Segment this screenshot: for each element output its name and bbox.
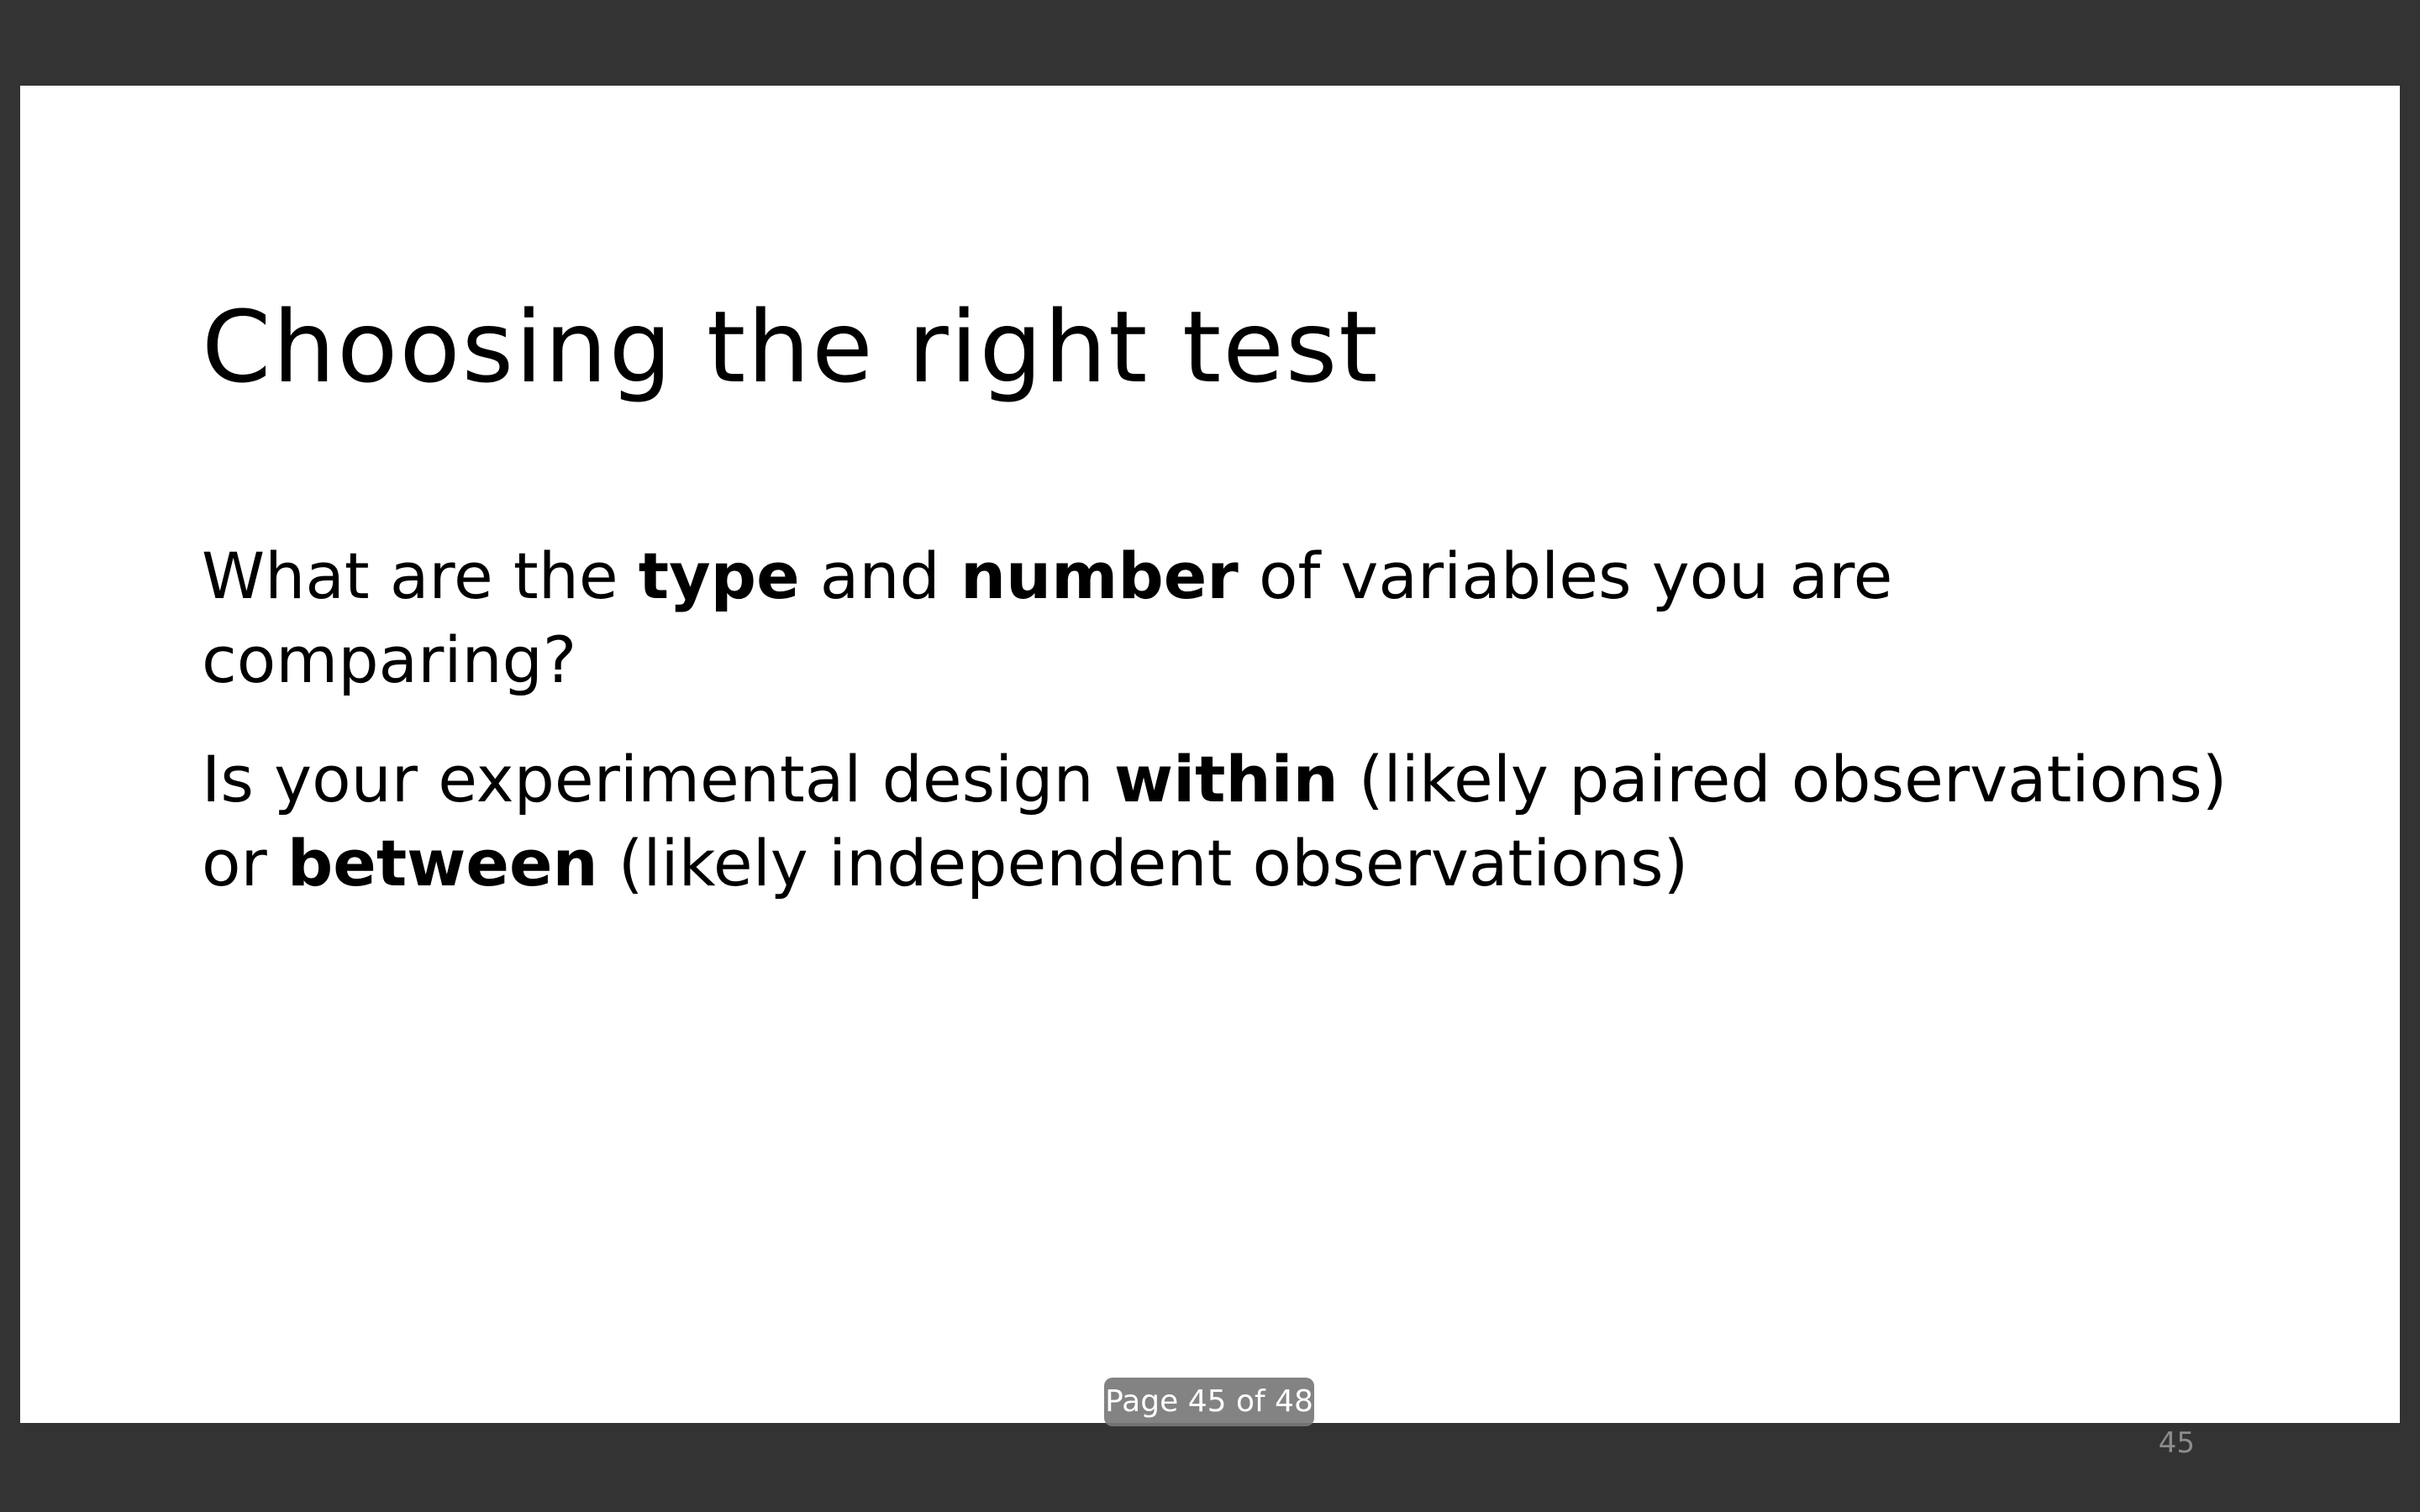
slide-number: 45	[2158, 1426, 2195, 1460]
page-indicator: Page 45 of 48	[1104, 1378, 1314, 1426]
slide-page: Choosing the right test What are the typ…	[20, 86, 2400, 1460]
bold-term-number: number	[960, 538, 1239, 613]
bold-term-within: within	[1113, 742, 1339, 816]
paragraph-design: Is your experimental design within (like…	[202, 738, 2269, 906]
text-span: Is your experimental design	[202, 742, 1114, 816]
text-span: What are the	[202, 538, 639, 613]
text-span: and	[799, 538, 960, 613]
text-span: (likely independent observations)	[597, 826, 1689, 900]
document-viewer: Choosing the right test What are the typ…	[0, 0, 2420, 1512]
slide-title: Choosing the right test	[202, 289, 1380, 405]
paragraph-variables: What are the type and number of variable…	[202, 534, 2269, 702]
bold-term-type: type	[638, 538, 800, 613]
slide-body: What are the type and number of variable…	[202, 534, 2269, 941]
bold-term-between: between	[287, 826, 598, 900]
